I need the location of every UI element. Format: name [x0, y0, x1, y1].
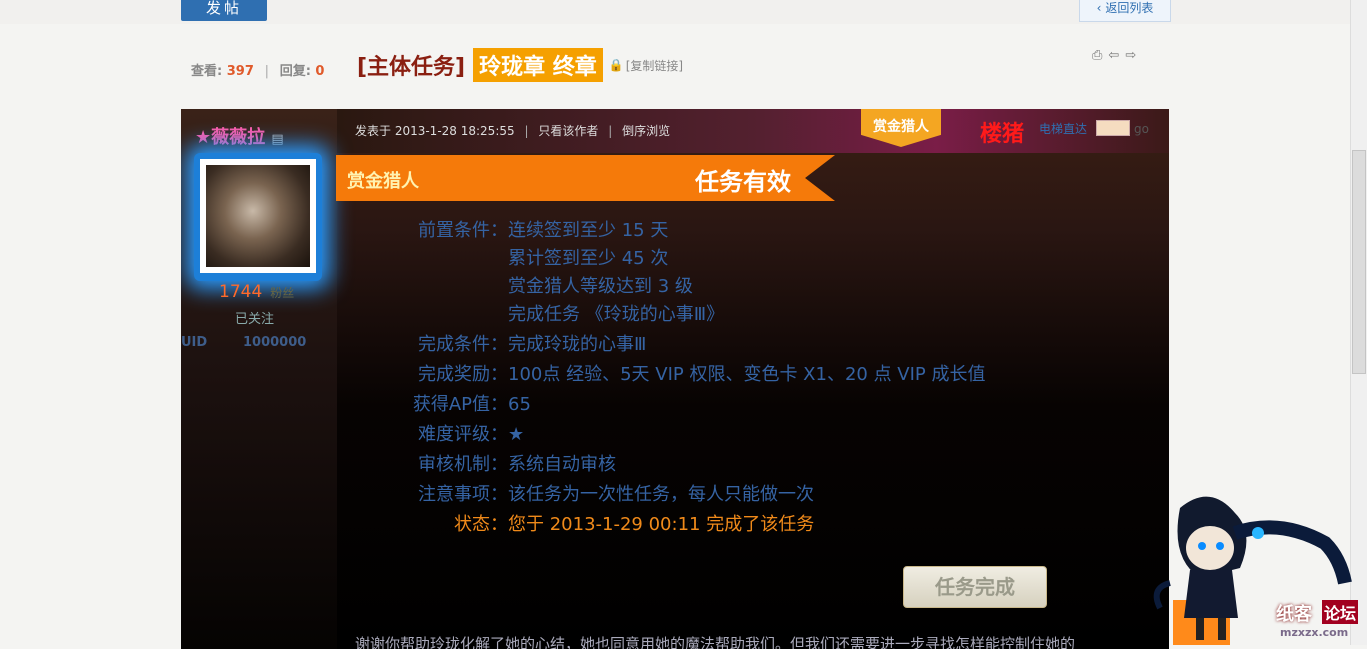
scrollbar-thumb[interactable]: [1352, 150, 1366, 374]
only-author-link[interactable]: 只看该作者: [538, 124, 598, 138]
credits-label: 粉丝: [270, 286, 295, 300]
banner-left-text: 赏金猎人: [347, 171, 419, 192]
thread-stats: 查看: 397 | 回复: 0: [191, 60, 324, 79]
uid-label: UID: [181, 335, 208, 350]
views-count: 397: [226, 64, 254, 79]
task-row-label: 前置条件：: [418, 220, 508, 241]
task-complete-button[interactable]: 任务完成: [903, 566, 1047, 608]
task-row-value: ★: [508, 424, 525, 445]
post-body-text: 谢谢你帮助玲珑化解了她的心结，她也同意用她的魔法帮助我们。但我们还需要进一步寻找…: [355, 635, 1076, 649]
task-row: 完成奖励：100点 经验、5天 VIP 权限、变色卡 X1、20 点 VIP 成…: [360, 360, 986, 386]
avatar-frame: [194, 153, 322, 281]
task-row-label: 审核机制：: [418, 454, 508, 475]
stats-separator: |: [264, 64, 270, 79]
task-row-label: 注意事项：: [418, 484, 508, 505]
task-row: 完成任务 《玲珑的心事Ⅲ》: [360, 300, 724, 326]
elevator-label: 电梯直达: [1039, 122, 1088, 136]
task-row: 累计签到至少 45 次: [360, 244, 668, 270]
credits-value: 1744: [219, 282, 263, 302]
task-row-value[interactable]: 完成任务 《玲珑的心事Ⅲ》: [508, 304, 724, 325]
task-row: 注意事项：该任务为一次性任务，每人只能做一次: [360, 480, 814, 506]
author-credits: 1744 粉丝: [219, 282, 294, 302]
thread-title-highlight: 玲珑章 终章: [473, 48, 603, 82]
forum-logo-badge: 论坛: [1322, 600, 1359, 624]
task-row-label: 获得AP值：: [412, 394, 508, 415]
author-name-text: ★薇薇拉: [195, 127, 266, 148]
forum-logo-text: 纸客: [1276, 604, 1312, 625]
task-row-value: 系统自动审核: [508, 454, 616, 475]
next-thread-icon[interactable]: ⇨: [1125, 48, 1136, 63]
task-row-value: 连续签到至少 15 天: [508, 220, 669, 241]
followed-status[interactable]: 已关注: [235, 308, 274, 327]
uid-value: 1000000: [243, 335, 307, 350]
thread-category[interactable]: [主体任务]: [357, 49, 465, 81]
author-name[interactable]: ★薇薇拉 ▤: [195, 123, 284, 149]
task-row: 获得AP值：65: [360, 390, 531, 416]
back-to-list-label: 返回列表: [1105, 1, 1154, 15]
new-post-button[interactable]: 发帖: [181, 0, 267, 21]
task-row-label: 难度评级：: [418, 424, 508, 445]
thread-tools: ⎙ ⇦ ⇨: [1092, 48, 1136, 63]
copy-link-button[interactable]: [复制链接]: [626, 57, 683, 74]
post-meta: 发表于 2013-1-28 18:25:55 | 只看该作者 | 倒序浏览: [355, 122, 670, 139]
forum-logo-url: mzxzx.com: [1280, 626, 1349, 639]
task-row-value: 100点 经验、5天 VIP 权限、变色卡 X1、20 点 VIP 成长值: [508, 364, 986, 385]
task-row-value: 您于 2013-1-29 00:11 完成了该任务: [508, 514, 815, 535]
task-row: 完成条件：完成玲珑的心事Ⅲ: [360, 330, 646, 356]
meta-separator: |: [608, 124, 613, 138]
chevron-left-icon: ‹: [1096, 1, 1102, 15]
task-row-label: 完成条件：: [418, 334, 508, 355]
task-row: 赏金猎人等级达到 3 级: [360, 272, 693, 298]
views-label: 查看:: [191, 64, 223, 79]
task-row: 审核机制：系统自动审核: [360, 450, 616, 476]
reverse-order-link[interactable]: 倒序浏览: [622, 124, 670, 138]
go-button[interactable]: go: [1134, 122, 1149, 136]
replies-label: 回复:: [279, 64, 311, 79]
profile-card-icon[interactable]: ▤: [271, 132, 283, 147]
badge-label: 赏金猎人: [873, 119, 929, 135]
lock-icon: 🔒: [608, 58, 624, 72]
task-row-value: 累计签到至少 45 次: [508, 248, 669, 269]
task-row-value: 65: [508, 394, 531, 415]
back-to-list-link[interactable]: ‹ 返回列表: [1079, 0, 1171, 22]
meta-separator: |: [524, 124, 529, 138]
task-row-value: 赏金猎人等级达到 3 级: [508, 276, 693, 297]
task-row: 前置条件：连续签到至少 15 天: [360, 216, 668, 242]
banner-right-text: 任务有效: [695, 168, 791, 196]
avatar-image: [206, 165, 310, 267]
post-container: ★薇薇拉 ▤ 1744 粉丝 已关注 UID 1000000 发表于 2013-…: [181, 109, 1169, 649]
prev-thread-icon[interactable]: ⇦: [1108, 48, 1119, 63]
floor-jump-input[interactable]: [1096, 120, 1130, 136]
thread-title: [主体任务] 玲珑章 终章 🔒 [复制链接]: [357, 48, 683, 82]
post-time: 发表于 2013-1-28 18:25:55: [355, 124, 515, 138]
replies-count: 0: [315, 64, 325, 79]
task-row-label: 状态：: [454, 514, 508, 535]
task-status-row: 状态：您于 2013-1-29 00:11 完成了该任务: [360, 510, 814, 536]
print-icon[interactable]: ⎙: [1092, 48, 1102, 63]
avatar[interactable]: [200, 159, 316, 273]
task-row-label: 完成奖励：: [418, 364, 508, 385]
task-row-value: 完成玲珑的心事Ⅲ: [508, 334, 647, 355]
task-row-value: 该任务为一次性任务，每人只能做一次: [508, 484, 814, 505]
floor-label: 楼猪: [980, 122, 1025, 147]
task-row: 难度评级：★: [360, 420, 524, 446]
